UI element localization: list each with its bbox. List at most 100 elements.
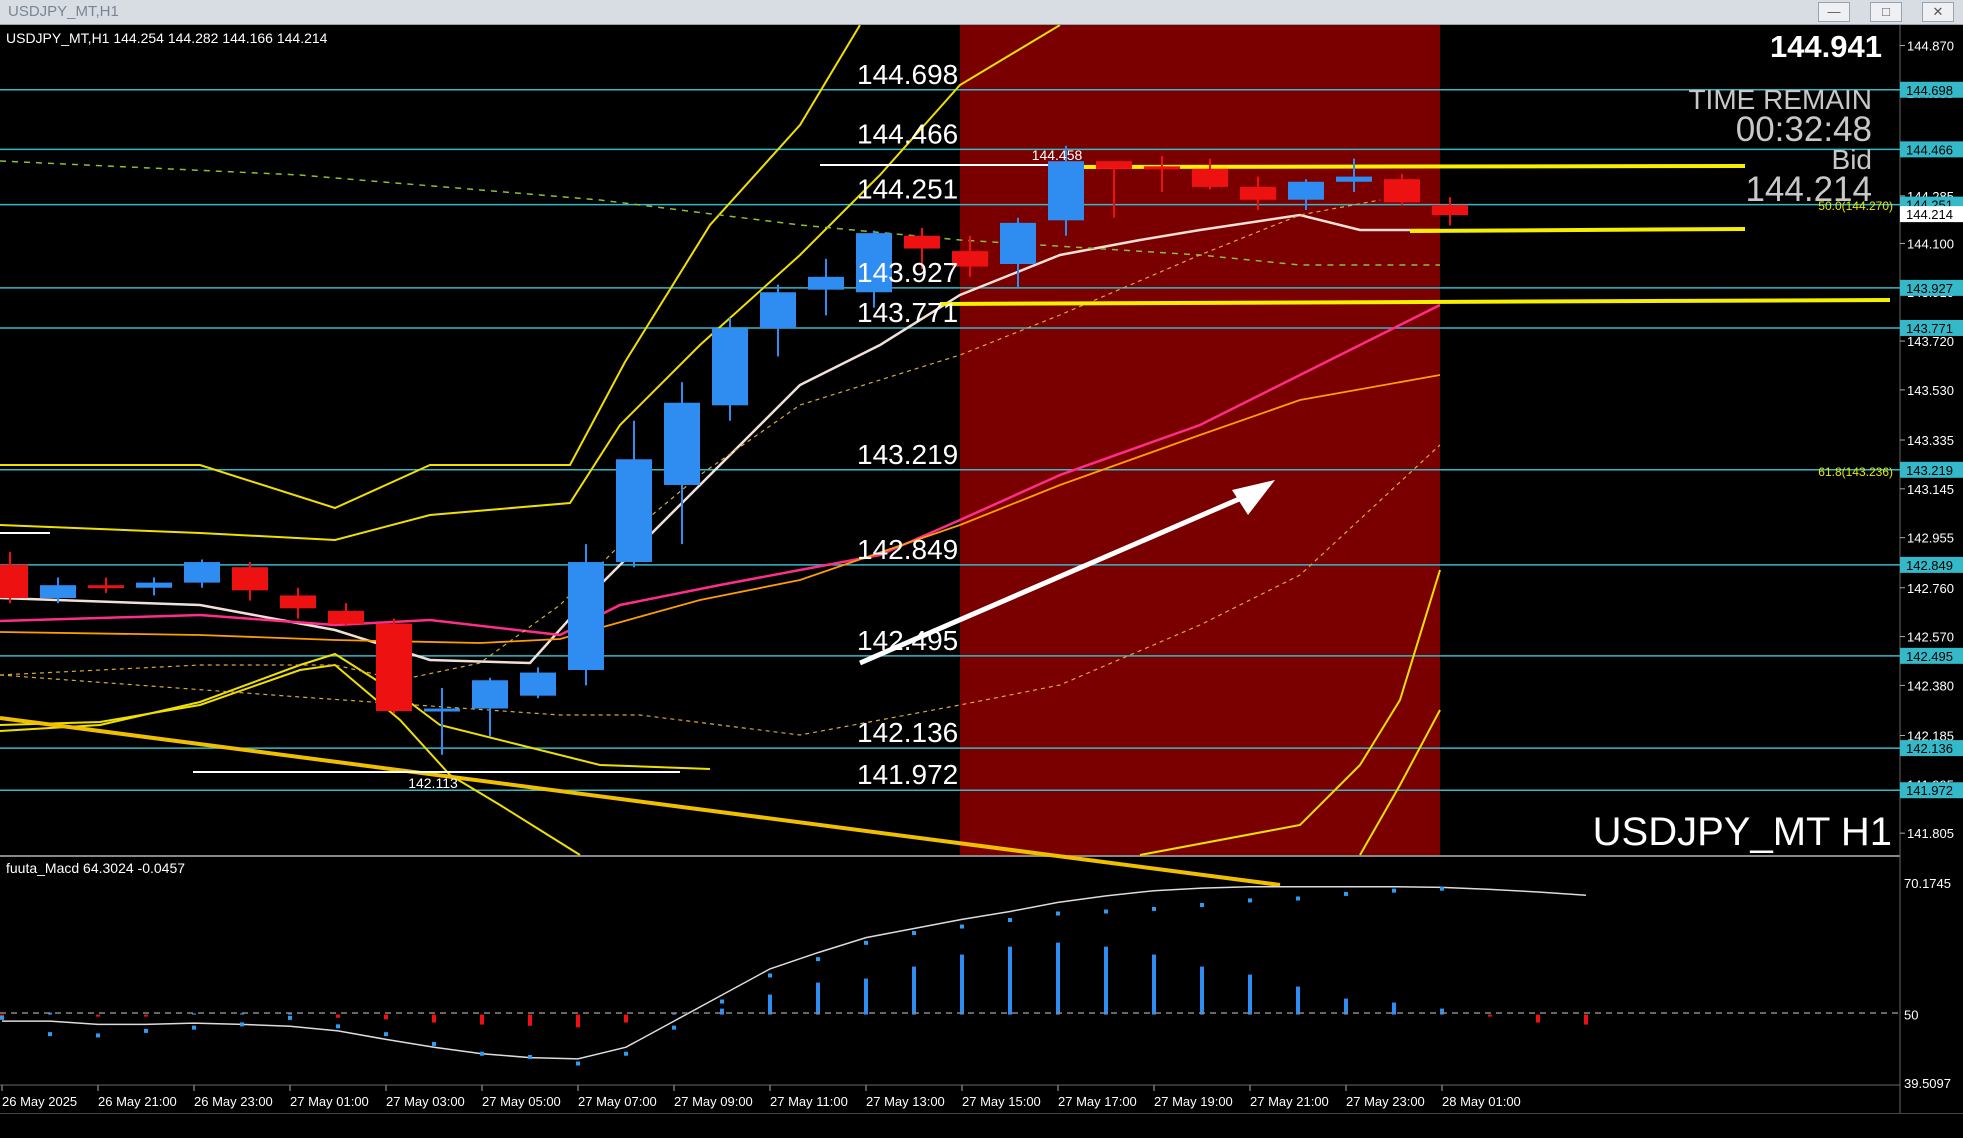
xtick-label-3: 27 May 01:00 — [290, 1094, 369, 1109]
macd-dot-13 — [624, 1051, 628, 1056]
candle-body-3 — [136, 582, 172, 588]
chart-area[interactable]: 70.1745 50 39.5097 144.698 144.466 144.251 14… — [0, 25, 1963, 1113]
xtick-label-10: 27 May 15:00 — [962, 1094, 1041, 1109]
ytick-label-5: 143.720 — [1907, 334, 1954, 349]
close-button[interactable]: ✕ — [1922, 2, 1954, 22]
macd-dot-16 — [768, 973, 772, 978]
candle-body-10 — [472, 680, 508, 709]
price-tag-7: 142.849 — [1906, 558, 1953, 573]
macd-dot-8 — [384, 1032, 388, 1037]
macd-dot-20 — [960, 924, 964, 929]
xtick-label-12: 27 May 19:00 — [1154, 1094, 1233, 1109]
macd-ytick-2: 39.5097 — [1904, 1076, 1951, 1091]
xtick-label-14: 27 May 23:00 — [1346, 1094, 1425, 1109]
candle-body-7 — [328, 610, 364, 624]
macd-dot-19 — [912, 931, 916, 936]
level-label-7: 142.495 — [857, 625, 958, 656]
candle-body-28 — [1336, 176, 1372, 182]
candle-body-29 — [1384, 179, 1420, 203]
candle-body-21 — [1000, 222, 1036, 264]
macd-dot-14 — [672, 1025, 676, 1030]
symbol-watermark: USDJPY_MT H1 — [1593, 810, 1892, 854]
xtick-label-15: 28 May 01:00 — [1442, 1094, 1521, 1109]
ytick-label-15: 141.805 — [1907, 826, 1954, 841]
xtick-label-7: 27 May 09:00 — [674, 1094, 753, 1109]
macd-dot-29 — [1392, 888, 1396, 893]
macd-dot-3 — [144, 1028, 148, 1033]
candle-body-14 — [664, 402, 700, 485]
level-label-5: 143.219 — [857, 439, 958, 470]
candle-body-5 — [232, 567, 268, 591]
level-label-2: 144.251 — [857, 174, 958, 205]
xtick-label-11: 27 May 17:00 — [1058, 1094, 1137, 1109]
maximize-button[interactable]: □ — [1870, 2, 1902, 22]
price-tag-5: 143.771 — [1906, 321, 1953, 336]
candle-body-19 — [904, 235, 940, 249]
candle-body-22 — [1048, 161, 1084, 221]
macd-dot-21 — [1008, 918, 1012, 923]
window-titlebar: USDJPY_MT,H1 — □ ✕ — [0, 0, 1963, 25]
candle-body-15 — [712, 328, 748, 406]
ytick-label-10: 142.760 — [1907, 581, 1954, 596]
xtick-label-0: 26 May 2025 — [2, 1094, 77, 1109]
xtick-label-9: 27 May 13:00 — [866, 1094, 945, 1109]
macd-dot-5 — [240, 1022, 244, 1027]
xtick-label-13: 27 May 21:00 — [1250, 1094, 1329, 1109]
macd-dot-2 — [96, 1033, 100, 1038]
ytick-label-8: 143.145 — [1907, 482, 1954, 497]
price-tag-4: 143.927 — [1906, 281, 1953, 296]
macd-ytick-0: 70.1745 — [1904, 876, 1951, 891]
swing-low-label: 142.113 — [408, 775, 458, 791]
macd-dot-30 — [1440, 886, 1444, 891]
macd-dot-10 — [480, 1051, 484, 1056]
macd-dot-11 — [528, 1054, 532, 1059]
candle-body-2 — [88, 585, 124, 589]
macd-ytick-1: 50 — [1904, 1008, 1918, 1023]
fib-label-618: 61.8(143.236) — [1818, 465, 1893, 479]
ytick-label-0: 144.870 — [1907, 39, 1954, 54]
macd-dot-1 — [48, 1032, 52, 1037]
level-label-6: 142.849 — [857, 534, 958, 565]
xtick-label-8: 27 May 11:00 — [770, 1094, 848, 1109]
macd-dot-27 — [1296, 896, 1300, 901]
level-label-9: 141.972 — [857, 759, 958, 790]
window-title: USDJPY_MT,H1 — [8, 3, 119, 20]
candle-body-23 — [1096, 161, 1132, 169]
macd-dot-4 — [192, 1025, 196, 1030]
candle-body-25 — [1192, 168, 1228, 187]
minimize-button[interactable]: — — [1818, 2, 1850, 22]
candle-body-1 — [40, 585, 76, 599]
price-tag-8: 142.495 — [1906, 649, 1953, 664]
macd-dot-12 — [576, 1061, 580, 1066]
xtick-label-5: 27 May 05:00 — [482, 1094, 561, 1109]
level-label-1: 144.466 — [857, 118, 958, 149]
macd-dot-17 — [816, 957, 820, 962]
macd-dot-22 — [1056, 911, 1060, 916]
macd-dot-28 — [1344, 891, 1348, 896]
xtick-label-4: 27 May 03:00 — [386, 1094, 465, 1109]
candle-body-26 — [1240, 186, 1276, 200]
candle-body-27 — [1288, 181, 1324, 200]
price-tag-0: 144.698 — [1906, 83, 1953, 98]
candle-body-6 — [280, 595, 316, 609]
price-tag-10: 141.972 — [1906, 783, 1953, 798]
macd-dot-25 — [1200, 903, 1204, 908]
candle-body-11 — [520, 672, 556, 696]
level-label-3: 143.927 — [857, 257, 958, 288]
ytick-label-3: 144.100 — [1907, 236, 1954, 251]
candle-body-12 — [568, 562, 604, 670]
price-tag-1: 144.466 — [1906, 142, 1953, 157]
ytick-label-9: 142.955 — [1907, 531, 1954, 546]
candle-body-16 — [760, 292, 796, 329]
ytick-label-12: 142.380 — [1907, 678, 1954, 693]
ytick-label-6: 143.530 — [1907, 383, 1954, 398]
candle-body-13 — [616, 459, 652, 563]
macd-dot-24 — [1152, 906, 1156, 911]
candle-body-30 — [1432, 204, 1468, 216]
level-label-8: 142.136 — [857, 717, 958, 748]
candle-body-8 — [376, 623, 412, 712]
chart-info-line: USDJPY_MT,H1 144.254 144.282 144.166 144… — [6, 30, 328, 46]
candle-body-9 — [424, 708, 460, 712]
candle-body-4 — [184, 562, 220, 583]
level-label-0: 144.698 — [857, 59, 958, 90]
